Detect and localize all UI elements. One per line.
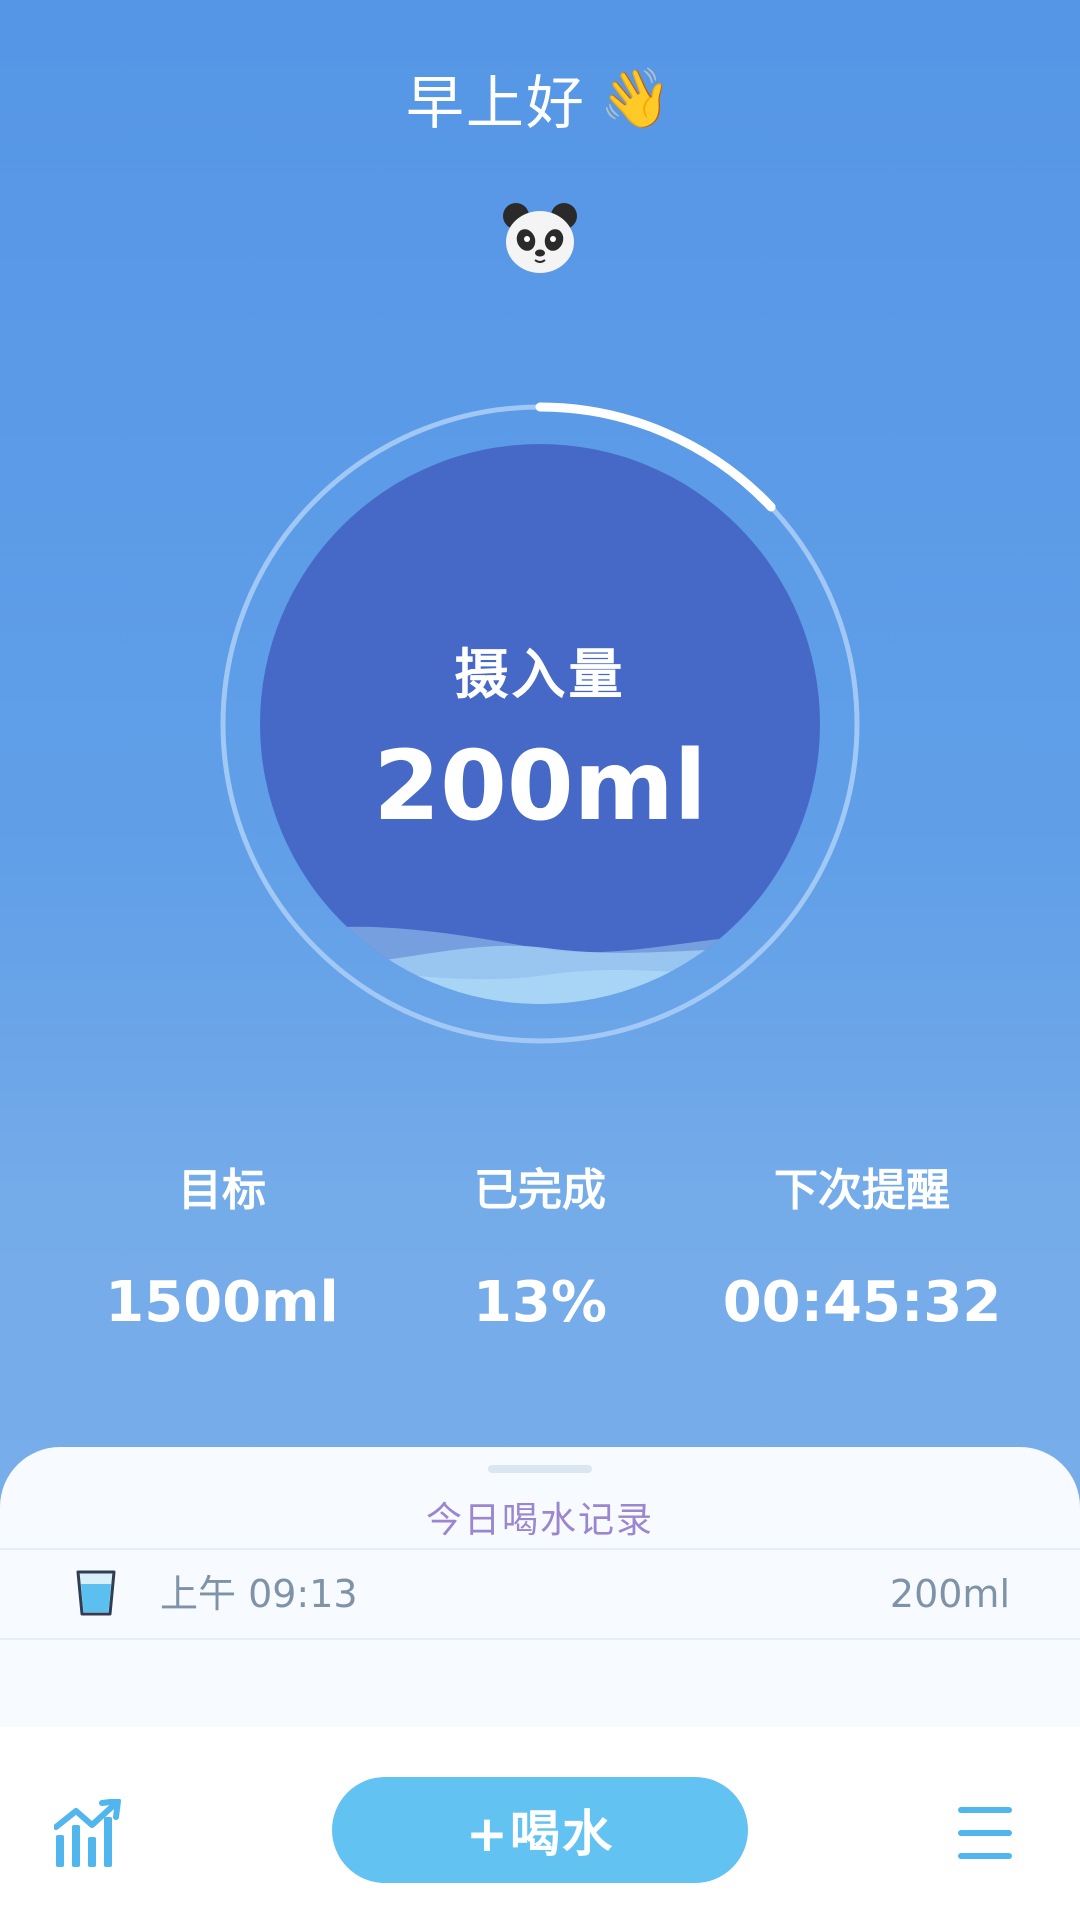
waving-hand-icon: 👋 [599, 64, 675, 132]
stat-next-reminder: 下次提醒 00:45:32 [682, 1160, 1042, 1338]
stat-goal-label: 目标 [178, 1165, 266, 1216]
intake-circle [260, 444, 820, 1004]
divider [0, 1638, 1080, 1640]
greeting-text: 早上好 [405, 69, 586, 137]
intake-label: 摄入量 [454, 643, 626, 706]
drink-water-button[interactable]: +喝水 [332, 1777, 748, 1883]
today-records-sheet[interactable]: 今日喝水记录 上午 09:13 200ml [0, 1447, 1080, 1727]
panda-icon[interactable] [500, 200, 580, 276]
stat-completed: 已完成 13% [360, 1160, 720, 1338]
stat-goal: 目标 1500ml [42, 1160, 402, 1338]
stat-completed-value: 13% [472, 1270, 608, 1335]
intake-progress-ring [216, 400, 864, 1048]
stat-goal-value: 1500ml [105, 1270, 339, 1335]
greeting: 早上好 👋 [0, 58, 1080, 138]
stat-next-reminder-label: 下次提醒 [774, 1165, 950, 1216]
chart-icon[interactable] [54, 1799, 122, 1869]
bottom-bar: +喝水 [0, 1727, 1080, 1920]
record-amount: 200ml [889, 1572, 1010, 1616]
stats-row: 目标 1500ml 已完成 13% 下次提醒 00:45:32 [0, 1160, 1080, 1340]
stat-next-reminder-value: 00:45:32 [722, 1270, 1002, 1335]
record-time: 上午 09:13 [160, 1572, 358, 1616]
stat-completed-label: 已完成 [474, 1165, 606, 1216]
intake-value: 200ml [373, 730, 707, 842]
drag-handle[interactable] [488, 1465, 592, 1473]
cup-icon [76, 1570, 116, 1616]
menu-icon[interactable] [956, 1805, 1014, 1861]
record-row[interactable]: 上午 09:13 200ml [0, 1550, 1080, 1638]
records-title: 今日喝水记录 [425, 1500, 654, 1541]
